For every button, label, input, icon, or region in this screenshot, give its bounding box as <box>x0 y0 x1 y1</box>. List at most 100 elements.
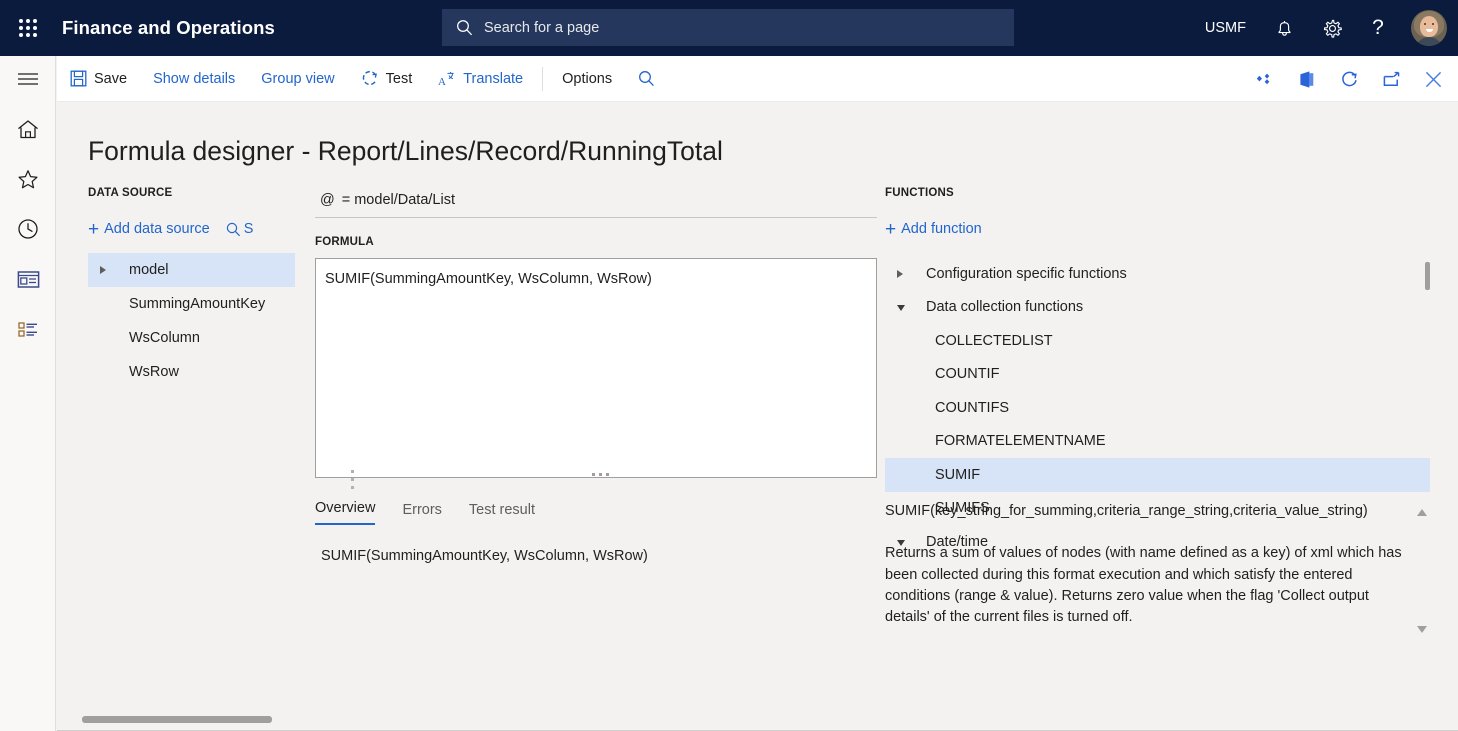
save-label: Save <box>94 70 128 87</box>
tab-test-result[interactable]: Test result <box>469 502 535 525</box>
tree-node-label: WsColumn <box>129 330 200 346</box>
company-selector[interactable]: USMF <box>1191 0 1260 56</box>
overview-content: SUMIF(SummingAmountKey, WsColumn, WsRow) <box>321 548 648 564</box>
functions-actions: + Add function <box>885 211 1430 247</box>
gear-icon <box>1323 19 1342 38</box>
command-search-button[interactable] <box>625 56 667 102</box>
tree-node-model[interactable]: model <box>88 253 295 287</box>
navigation-rail <box>0 56 56 731</box>
plus-icon: + <box>88 218 100 240</box>
sidebar-item-favorites[interactable] <box>0 156 56 202</box>
test-label: Test <box>385 70 413 87</box>
function-group-label: Configuration specific functions <box>926 265 1127 282</box>
share-diamond-button[interactable] <box>1244 56 1286 102</box>
search-icon <box>226 222 240 236</box>
close-button[interactable] <box>1412 56 1454 102</box>
notifications-button[interactable] <box>1260 0 1308 56</box>
tab-errors[interactable]: Errors <box>402 502 441 525</box>
options-label: Options <box>562 70 613 87</box>
functions-section-label: FUNCTIONS <box>885 187 954 199</box>
add-function-button[interactable]: + Add function <box>885 220 982 239</box>
workspaces-icon <box>17 270 39 288</box>
tree-node-wsrow[interactable]: WsRow <box>88 355 295 389</box>
data-source-search-label: S <box>243 221 254 237</box>
panel-splitter-handle[interactable] <box>351 470 354 489</box>
user-avatar-button[interactable] <box>1400 0 1458 56</box>
tree-node-wscolumn[interactable]: WsColumn <box>88 321 295 355</box>
data-source-panel: DATA SOURCE + Add data source S model Su… <box>88 183 295 389</box>
function-description-panel: SUMIF(key_string_for_summing,criteria_ra… <box>885 501 1430 641</box>
options-button[interactable]: Options <box>549 56 625 102</box>
add-data-source-button[interactable]: + Add data source <box>88 220 210 239</box>
function-item-collectedlist[interactable]: COLLECTEDLIST <box>885 324 1430 358</box>
clock-icon <box>18 219 38 239</box>
refresh-button[interactable] <box>1328 56 1370 102</box>
result-tabs: Overview Errors Test result <box>315 494 877 525</box>
function-item-sumif[interactable]: SUMIF <box>885 458 1430 492</box>
save-button[interactable]: Save <box>57 56 140 102</box>
test-button[interactable]: Test <box>348 56 426 102</box>
scroll-down-arrow-icon[interactable] <box>1417 626 1427 633</box>
functions-panel: FUNCTIONS + Add function Configuration s… <box>885 183 1430 550</box>
formula-editor[interactable]: SUMIF(SummingAmountKey, WsColumn, WsRow) <box>315 258 877 478</box>
help-button[interactable]: ? <box>1356 0 1400 56</box>
tree-node-summingamountkey[interactable]: SummingAmountKey <box>88 287 295 321</box>
show-details-button[interactable]: Show details <box>140 56 248 102</box>
horizontal-scrollbar[interactable] <box>57 714 1458 725</box>
avatar-eye-right <box>1432 23 1434 25</box>
hamburger-menu-icon[interactable] <box>0 56 56 102</box>
share-diamond-icon <box>1256 73 1270 85</box>
add-function-label: Add function <box>901 221 982 237</box>
function-item-formatelementname[interactable]: FORMATELEMENTNAME <box>885 425 1430 459</box>
avatar-body <box>1415 37 1443 46</box>
function-item-countifs[interactable]: COUNTIFS <box>885 391 1430 425</box>
office-app-button[interactable] <box>1286 56 1328 102</box>
tree-node-label: WsRow <box>129 364 179 380</box>
tab-overview[interactable]: Overview <box>315 500 376 525</box>
tree-node-label: SummingAmountKey <box>129 296 266 312</box>
app-launcher-icon[interactable] <box>0 0 56 56</box>
function-item-label: COUNTIF <box>935 366 1000 383</box>
function-item-countif[interactable]: COUNTIF <box>885 358 1430 392</box>
global-search-input[interactable]: Search for a page <box>442 9 1014 46</box>
function-group-data-collection[interactable]: Data collection functions <box>885 291 1430 325</box>
horizontal-scroll-thumb[interactable] <box>82 716 272 723</box>
top-navigation-bar: Finance and Operations Search for a page… <box>0 0 1458 56</box>
page-title: Formula designer - Report/Lines/Record/R… <box>88 136 723 166</box>
sidebar-item-modules[interactable] <box>0 306 56 352</box>
data-source-actions: + Add data source S <box>88 211 295 247</box>
formula-resize-handle[interactable] <box>592 473 609 476</box>
function-group-configuration-specific[interactable]: Configuration specific functions <box>885 257 1430 291</box>
translate-button[interactable]: A Translate <box>425 56 536 102</box>
sidebar-item-workspaces[interactable] <box>0 256 56 302</box>
command-bar: Save Show details Group view Test A Tran… <box>57 56 1458 102</box>
group-view-label: Group view <box>261 70 335 87</box>
expander-expanded[interactable] <box>897 303 926 312</box>
data-source-search-button[interactable]: S <box>226 221 258 237</box>
sidebar-item-home[interactable] <box>0 106 56 152</box>
avatar-eye-left <box>1424 23 1426 25</box>
close-icon <box>1425 71 1441 87</box>
function-item-label: SUMIF <box>935 466 981 483</box>
data-source-section-label: DATA SOURCE <box>88 187 173 199</box>
sidebar-item-recent[interactable] <box>0 206 56 252</box>
refresh-icon <box>1341 71 1357 86</box>
expander-collapsed[interactable] <box>100 266 129 274</box>
popout-button[interactable] <box>1370 56 1412 102</box>
binding-symbol: @ <box>320 192 335 208</box>
functions-tree-scroll-thumb[interactable] <box>1425 262 1430 290</box>
function-item-label: COLLECTEDLIST <box>935 332 1053 349</box>
group-view-button[interactable]: Group view <box>248 56 347 102</box>
main-content: Formula designer - Report/Lines/Record/R… <box>57 103 1458 731</box>
function-item-label: FORMATELEMENTNAME <box>935 433 1106 450</box>
function-signature: SUMIF(key_string_for_summing,criteria_ra… <box>885 503 1368 519</box>
scroll-up-arrow-icon[interactable] <box>1417 509 1427 516</box>
description-scrollbar[interactable] <box>1414 501 1430 641</box>
show-details-label: Show details <box>153 70 236 87</box>
function-group-label: Data collection functions <box>926 299 1084 316</box>
global-search-placeholder: Search for a page <box>484 19 600 36</box>
settings-button[interactable] <box>1308 0 1356 56</box>
bell-icon <box>1277 21 1291 36</box>
expander-collapsed[interactable] <box>897 269 926 278</box>
translate-icon: A <box>438 70 456 88</box>
